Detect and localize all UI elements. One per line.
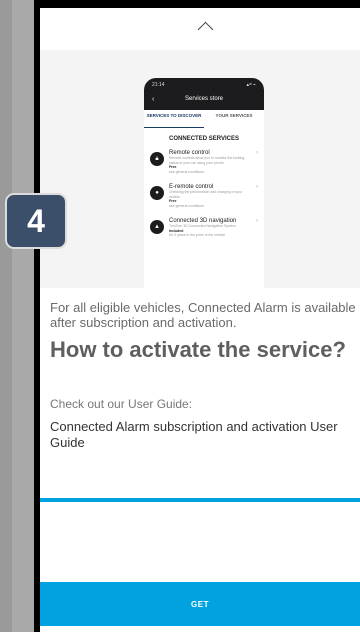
phone-mockup: 21:14 ▴ᵃˡ ⌁ ‹ Services store SERVICES TO…: [144, 78, 264, 290]
mock-section-title: CONNECTED SERVICES: [169, 136, 239, 142]
mock-header-title: Services store: [184, 96, 223, 102]
mock-service-item: ● E-remote control Checking the precondi…: [150, 184, 258, 208]
mock-tab-discover: SERVICES TO DISCOVER: [144, 110, 204, 128]
mock-status-bar: 21:14 ▴ᵃˡ ⌁: [144, 78, 264, 96]
accent-divider: [40, 498, 360, 502]
battery-icon: ●: [150, 186, 164, 200]
mock-status-time: 21:14: [152, 82, 165, 88]
app-screen: 21:14 ▴ᵃˡ ⌁ ‹ Services store SERVICES TO…: [40, 8, 360, 632]
chevron-up-icon[interactable]: [197, 21, 214, 38]
step-number-badge: 4: [5, 193, 67, 249]
chevron-right-icon: ›: [256, 218, 258, 224]
mock-service-desc: Remote controls allow you to monitor the…: [169, 156, 245, 165]
mock-body: CONNECTED SERVICES 🔒︎ Remote control Rem…: [144, 128, 264, 290]
get-button[interactable]: GET: [40, 582, 360, 626]
mock-status-icons: ▴ᵃˡ ⌁: [246, 82, 256, 88]
chevron-right-icon: ›: [256, 150, 258, 156]
navigation-icon: ▲: [150, 220, 164, 234]
user-guide-prompt: Check out our User Guide:: [50, 397, 193, 411]
top-bar: [40, 8, 360, 51]
chevron-right-icon: ›: [256, 184, 258, 190]
intro-text: For all eligible vehicles, Connected Ala…: [50, 300, 356, 330]
lock-icon: 🔒︎: [150, 152, 164, 166]
mock-service-desc: Checking the precondition and charging o…: [169, 190, 243, 199]
user-guide-link[interactable]: Connected Alarm subscription and activat…: [50, 419, 350, 451]
mock-service-price-note: see general conditions: [169, 203, 205, 208]
mock-header: ‹ Services store: [144, 96, 264, 110]
mock-tab-your-services: YOUR SERVICES: [215, 113, 253, 118]
back-arrow-icon: ‹: [152, 96, 155, 103]
left-rail: [0, 0, 12, 632]
mock-service-item: 🔒︎ Remote control Remote controls allow …: [150, 150, 258, 174]
mock-service-item: ▲ Connected 3D navigation TomTom 3D Conn…: [150, 218, 258, 238]
page-heading: How to activate the service?: [50, 337, 346, 362]
mock-tabs: SERVICES TO DISCOVER YOUR SERVICES: [144, 110, 264, 128]
hero-image: 21:14 ▴ᵃˡ ⌁ ‹ Services store SERVICES TO…: [40, 50, 360, 290]
mock-service-price-note: for 3 years in the price of the vehicle: [169, 233, 226, 237]
mock-service-price-note: see general conditions: [169, 169, 205, 174]
